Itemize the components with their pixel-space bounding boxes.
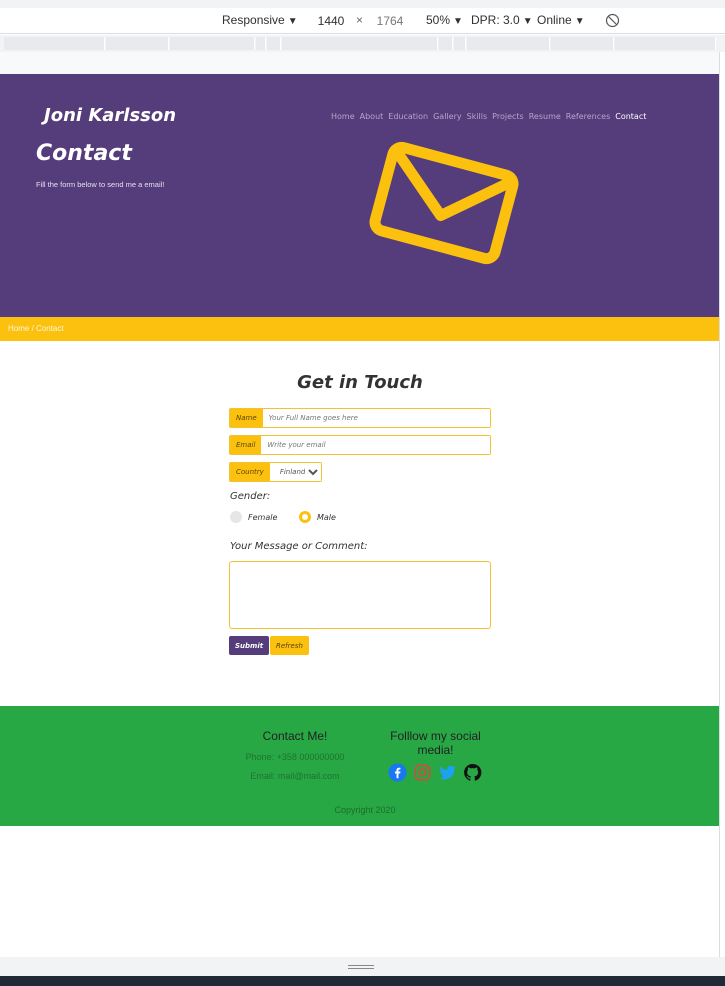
breadcrumb: Home / Contact: [0, 317, 719, 341]
dpr-label: DPR: 3.0: [471, 13, 520, 27]
device-select[interactable]: Responsive ▼: [222, 13, 298, 27]
envelope-icon: [369, 141, 519, 265]
email-field: Email: [229, 435, 491, 455]
radio-unchecked-icon: [230, 511, 242, 523]
email-field-label: Email: [230, 436, 262, 454]
media-query-segment[interactable]: [4, 37, 105, 50]
browser-top-band: [0, 0, 725, 8]
device-select-label: Responsive: [222, 13, 285, 27]
height-input[interactable]: [366, 11, 414, 31]
breadcrumb-current: Contact: [36, 324, 64, 333]
gender-male-radio[interactable]: Male: [299, 511, 336, 523]
country-select[interactable]: Finland: [269, 463, 321, 481]
footer-email[interactable]: Email: mail@mail.com: [230, 771, 360, 781]
breadcrumb-separator: /: [29, 324, 37, 333]
os-taskbar: [0, 976, 725, 986]
viewport-top-gap: [0, 52, 719, 74]
name-field: Name: [229, 408, 491, 428]
nav-item-gallery[interactable]: Gallery: [433, 112, 462, 121]
radio-checked-icon: [299, 511, 311, 523]
media-query-segment[interactable]: [170, 37, 255, 50]
nav-item-home[interactable]: Home: [331, 112, 355, 121]
media-query-segment[interactable]: [282, 37, 438, 50]
main-nav: Home About Education Gallery Skills Proj…: [331, 112, 646, 121]
gender-female-label: Female: [248, 512, 278, 522]
message-label: Your Message or Comment:: [230, 541, 368, 552]
refresh-button[interactable]: Refresh: [270, 636, 309, 655]
copyright-text: Copyright 2020: [334, 805, 396, 815]
nav-item-contact[interactable]: Contact: [615, 112, 646, 121]
network-label: Online: [537, 13, 572, 27]
media-query-bar[interactable]: [0, 35, 725, 52]
width-input[interactable]: [307, 11, 355, 31]
footer-phone: Phone: +358 000000000: [245, 752, 345, 762]
social-links: [388, 763, 482, 782]
device-toolbar: Responsive▼ × 50%▼ DPR: 3.0▼ Online▼: [0, 8, 725, 34]
footer-contact: Contact Me! Phone: +358 000000000 Email:…: [230, 729, 360, 781]
zoom-label: 50%: [426, 13, 451, 27]
zoom-select[interactable]: 50% ▼: [426, 13, 463, 27]
instagram-icon[interactable]: [413, 763, 432, 782]
dpr-select[interactable]: DPR: 3.0 ▼: [471, 13, 533, 27]
footer-contact-heading: Contact Me!: [262, 729, 328, 743]
chevron-down-icon: ▼: [287, 16, 298, 27]
hero-section: Joni Karlsson Home About Education Galle…: [0, 74, 719, 317]
nav-item-about[interactable]: About: [360, 112, 384, 121]
media-query-segment[interactable]: [439, 37, 453, 50]
media-query-segment[interactable]: [267, 37, 281, 50]
email-input[interactable]: [261, 436, 490, 454]
gender-male-label: Male: [317, 512, 336, 522]
gender-female-radio[interactable]: Female: [230, 511, 277, 523]
country-field: Country Finland: [229, 462, 322, 482]
twitter-icon[interactable]: [438, 763, 457, 782]
github-icon[interactable]: [463, 763, 482, 782]
brand-logo[interactable]: Joni Karlsson: [44, 105, 176, 126]
nav-item-skills[interactable]: Skills: [467, 112, 488, 121]
media-query-segment[interactable]: [256, 37, 266, 50]
page-title: Contact: [36, 141, 132, 166]
nav-item-education[interactable]: Education: [388, 112, 428, 121]
submit-button[interactable]: Submit: [229, 636, 270, 655]
chevron-down-icon: ▼: [453, 16, 463, 27]
media-query-segment[interactable]: [106, 37, 169, 50]
media-query-segment[interactable]: [615, 37, 716, 50]
message-textarea[interactable]: [229, 561, 491, 629]
breadcrumb-home[interactable]: Home: [8, 324, 29, 333]
nav-item-references[interactable]: References: [566, 112, 610, 121]
resize-strip: [0, 957, 725, 976]
nav-item-resume[interactable]: Resume: [529, 112, 561, 121]
page-subtitle: Fill the form below to send me a email!: [36, 180, 165, 189]
facebook-icon[interactable]: [388, 763, 407, 782]
form-title: Get in Touch: [297, 372, 423, 393]
nav-item-projects[interactable]: Projects: [492, 112, 524, 121]
site-footer: Contact Me! Phone: +358 000000000 Email:…: [0, 706, 719, 826]
network-select[interactable]: Online ▼: [537, 13, 585, 27]
dimension-separator: ×: [356, 13, 364, 27]
resize-handle-icon[interactable]: [348, 965, 374, 969]
name-input[interactable]: [262, 409, 490, 427]
chevron-down-icon: ▼: [574, 16, 585, 27]
media-query-segment[interactable]: [454, 37, 466, 50]
chevron-down-icon: ▼: [522, 16, 533, 27]
media-query-segment[interactable]: [467, 37, 550, 50]
page-viewport[interactable]: Joni Karlsson Home About Education Galle…: [0, 52, 720, 957]
rotate-icon[interactable]: [605, 13, 620, 28]
gender-label: Gender:: [230, 491, 271, 502]
country-field-label: Country: [230, 463, 270, 481]
footer-social-heading: Folllow my social media!: [390, 729, 481, 757]
name-field-label: Name: [230, 409, 263, 427]
media-query-segment[interactable]: [551, 37, 614, 50]
